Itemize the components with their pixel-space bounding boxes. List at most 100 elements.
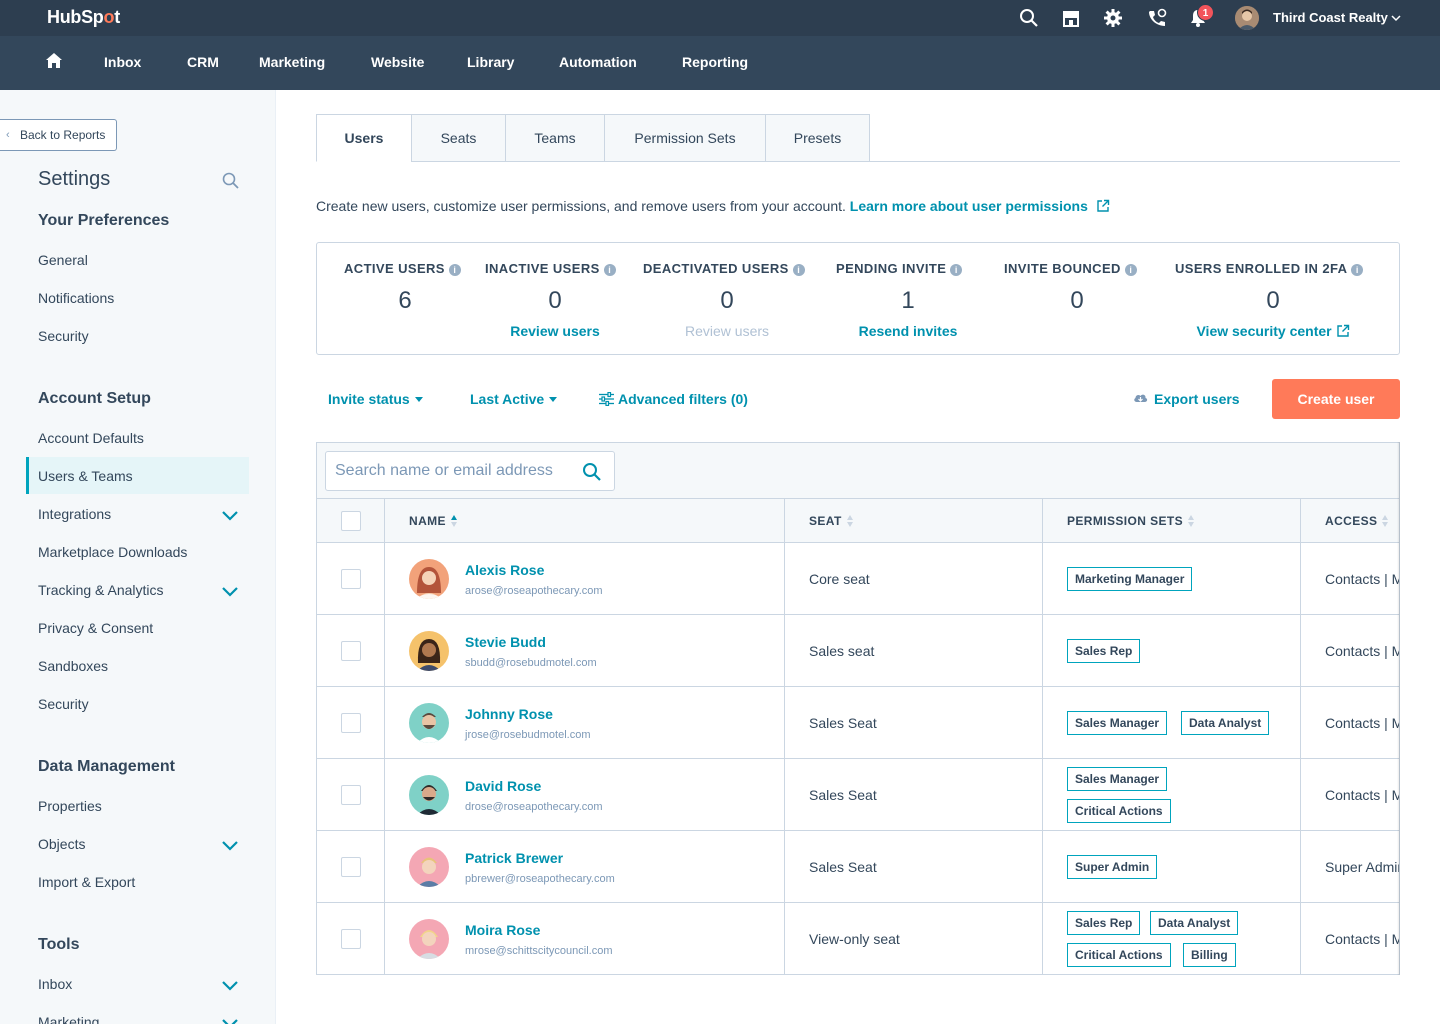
column-header-access[interactable]: ACCESS [1301,499,1399,543]
resend-invites-link[interactable]: Resend invites [836,323,980,339]
chevron-down-icon[interactable] [221,839,239,851]
sidebar-item-users-teams[interactable]: Users & Teams [38,468,133,484]
settings-sidebar: ‹ Back to Reports Settings Your Preferenc… [0,90,276,1024]
tab-teams[interactable]: Teams [505,114,605,162]
user-email: sbudd@rosebudmotel.com [465,657,597,669]
sidebar-item-sandboxes[interactable]: Sandboxes [38,658,108,674]
user-name-link[interactable]: David Rose [465,778,541,794]
export-users-button[interactable]: Export users [1133,391,1240,407]
marketplace-icon[interactable] [1061,8,1081,28]
tab-seats[interactable]: Seats [411,114,506,162]
main-nav: Inbox CRM Marketing Website Library Auto… [0,36,1440,90]
permission-tag: Critical Actions [1067,799,1171,823]
avatar [409,559,449,599]
chevron-down-icon[interactable] [221,979,239,991]
back-to-reports-button[interactable]: ‹ Back to Reports [0,119,117,151]
last-active-filter[interactable]: Last Active [470,391,558,407]
nav-marketing[interactable]: Marketing [259,54,325,70]
info-icon[interactable]: i [1351,264,1364,276]
settings-gear-icon[interactable] [1103,8,1123,28]
seat-value: Sales seat [809,643,875,659]
user-email: arose@roseapothecary.com [465,585,603,597]
account-avatar[interactable] [1235,6,1259,30]
caret-down-icon [414,397,423,402]
sidebar-item-security[interactable]: Security [38,328,89,344]
review-users-link[interactable]: Review users [485,323,625,339]
hubspot-logo[interactable]: HubSpot [47,7,120,28]
home-icon[interactable] [44,51,64,71]
nav-website[interactable]: Website [371,54,424,70]
search-icon[interactable] [1019,8,1039,28]
avatar [409,775,449,815]
row-checkbox[interactable] [341,713,361,733]
nav-crm[interactable]: CRM [187,54,219,70]
stat-users-2fa: USERS ENROLLED IN 2FA i 0 View security c… [1175,243,1375,354]
external-link-icon[interactable] [1096,199,1110,213]
account-menu[interactable]: Third Coast Realty [1273,10,1402,25]
row-checkbox[interactable] [341,569,361,589]
description-text: Create new users, customize user permiss… [316,198,846,214]
row-checkbox[interactable] [341,857,361,877]
select-all-checkbox[interactable] [341,511,361,531]
tab-users[interactable]: Users [316,114,412,162]
chevron-down-icon[interactable] [221,509,239,521]
advanced-filters-button[interactable]: Advanced filters (0) [599,391,748,407]
table-toolbar [317,443,1399,499]
nav-automation[interactable]: Automation [559,54,637,70]
sidebar-item-objects[interactable]: Objects [38,836,85,852]
access-value: Contacts | M [1325,931,1400,947]
sidebar-item-notifications[interactable]: Notifications [38,290,114,306]
column-header-permission-sets[interactable]: PERMISSION SETS [1043,499,1301,543]
row-checkbox[interactable] [341,929,361,949]
settings-title: Settings [38,168,111,190]
chevron-down-icon[interactable] [221,1017,239,1024]
nav-reporting[interactable]: Reporting [682,54,748,70]
sidebar-item-general[interactable]: General [38,252,88,268]
user-name-link[interactable]: Patrick Brewer [465,850,563,866]
caret-down-icon [549,397,558,402]
sidebar-item-import-export[interactable]: Import & Export [38,874,135,890]
sidebar-item-account-defaults[interactable]: Account Defaults [38,430,144,446]
search-icon[interactable] [582,462,602,482]
search-input[interactable] [335,452,575,490]
invite-status-filter[interactable]: Invite status [328,391,423,407]
user-name-link[interactable]: Johnny Rose [465,706,553,722]
create-user-button[interactable]: Create user [1272,379,1400,419]
sidebar-item-tools-marketing[interactable]: Marketing [38,1014,99,1024]
chevron-down-icon[interactable] [221,585,239,597]
sidebar-item-security-account[interactable]: Security [38,696,89,712]
row-checkbox[interactable] [341,641,361,661]
permission-tag: Super Admin [1067,855,1158,879]
user-name-link[interactable]: Moira Rose [465,922,540,938]
tab-presets[interactable]: Presets [765,114,870,162]
table-row: Johnny Rose jrose@rosebudmotel.com Sales… [317,687,1399,759]
search-field[interactable] [325,451,615,491]
info-icon[interactable]: i [603,264,616,276]
table-row: Moira Rose mrose@schittscitycouncil.com … [317,903,1400,974]
row-checkbox[interactable] [341,785,361,805]
nav-inbox[interactable]: Inbox [104,54,141,70]
search-icon[interactable] [222,172,240,190]
column-header-seat[interactable]: SEAT [785,499,1043,543]
sidebar-item-marketplace-downloads[interactable]: Marketplace Downloads [38,544,187,560]
sidebar-item-integrations[interactable]: Integrations [38,506,111,522]
avatar [409,631,449,671]
sidebar-item-tools-inbox[interactable]: Inbox [38,976,72,992]
sidebar-item-privacy-consent[interactable]: Privacy & Consent [38,620,153,636]
calling-icon[interactable] [1146,8,1167,28]
info-icon[interactable]: i [792,264,805,276]
avatar [409,847,449,887]
tab-permission-sets[interactable]: Permission Sets [604,114,766,162]
access-value: Contacts | M [1325,571,1400,587]
learn-more-link[interactable]: Learn more about user permissions [850,198,1088,214]
info-icon[interactable]: i [950,264,963,276]
column-header-name[interactable]: NAME [385,499,785,543]
sidebar-item-tracking-analytics[interactable]: Tracking & Analytics [38,582,164,598]
user-name-link[interactable]: Alexis Rose [465,562,544,578]
info-icon[interactable]: i [1124,264,1137,276]
sidebar-item-properties[interactable]: Properties [38,798,102,814]
user-name-link[interactable]: Stevie Budd [465,634,546,650]
nav-library[interactable]: Library [467,54,514,70]
info-icon[interactable]: i [448,264,461,276]
view-security-center-link[interactable]: View security center [1175,323,1371,339]
